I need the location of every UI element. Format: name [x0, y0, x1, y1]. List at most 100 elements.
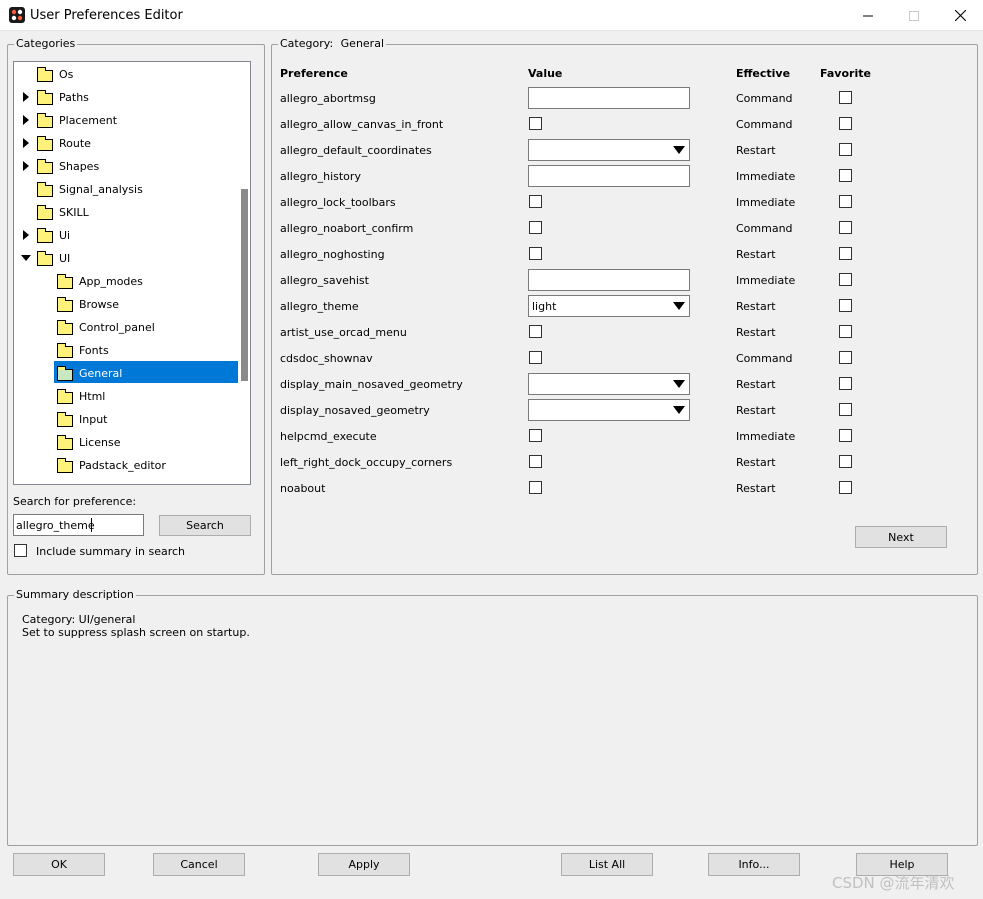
- collapsed-arrow-icon[interactable]: [23, 138, 29, 148]
- pref-name-helpcmd-execute: helpcmd_execute: [280, 430, 377, 443]
- tree-item-label: SKILL: [59, 206, 89, 219]
- collapsed-arrow-icon[interactable]: [23, 92, 29, 102]
- search-input[interactable]: allegro_theme: [13, 514, 144, 536]
- pref-name-display-nosaved-geometry: display_nosaved_geometry: [280, 404, 430, 417]
- dropdown-arrow-icon[interactable]: [673, 406, 685, 414]
- pref-value-checkbox-helpcmd-execute[interactable]: [529, 429, 542, 442]
- pref-value-checkbox-allegro-noghosting[interactable]: [529, 247, 542, 260]
- include-summary-checkbox[interactable]: [14, 544, 27, 557]
- folder-icon: [37, 228, 53, 243]
- tree-item-ui[interactable]: Ui: [14, 224, 238, 246]
- text-caret: [91, 518, 92, 532]
- pref-favorite-checkbox-allegro-default-coordinates[interactable]: [839, 143, 852, 156]
- window-title: User Preferences Editor: [30, 8, 183, 23]
- pref-favorite-checkbox-allegro-allow-canvas-in-front[interactable]: [839, 117, 852, 130]
- search-button[interactable]: Search: [159, 515, 251, 536]
- column-header-favorite: Favorite: [820, 67, 871, 80]
- pref-favorite-checkbox-allegro-history[interactable]: [839, 169, 852, 182]
- tree-item-label: Html: [79, 390, 106, 403]
- maximize-icon: [909, 10, 919, 21]
- tree-item-os[interactable]: Os: [14, 63, 238, 85]
- apply-button[interactable]: Apply: [318, 853, 410, 876]
- tree-item-label: Route: [59, 137, 91, 150]
- category-tree[interactable]: Os Paths Placement Route Shapes Signal_analys…: [13, 61, 251, 485]
- pref-favorite-checkbox-allegro-lock-toolbars[interactable]: [839, 195, 852, 208]
- category-legend: Category: General: [278, 37, 387, 50]
- pref-value-dropdown-display-nosaved-geometry[interactable]: [528, 399, 690, 421]
- pref-favorite-checkbox-left-right-dock-occupy-corners[interactable]: [839, 455, 852, 468]
- pref-name-allegro-allow-canvas-in-front: allegro_allow_canvas_in_front: [280, 118, 444, 131]
- pref-favorite-checkbox-allegro-noabort-confirm[interactable]: [839, 221, 852, 234]
- tree-item-placement[interactable]: Placement: [14, 109, 238, 131]
- pref-value-checkbox-allegro-allow-canvas-in-front[interactable]: [529, 117, 542, 130]
- pref-value-input-allegro-history[interactable]: [528, 165, 690, 187]
- pref-favorite-checkbox-artist-use-orcad-menu[interactable]: [839, 325, 852, 338]
- folder-icon: [37, 90, 53, 105]
- tree-item-label: Paths: [59, 91, 89, 104]
- pref-value-dropdown-display-main-nosaved-geometry[interactable]: [528, 373, 690, 395]
- pref-favorite-checkbox-allegro-theme[interactable]: [839, 299, 852, 312]
- tree-scrollbar-thumb[interactable]: [241, 189, 248, 381]
- pref-value-checkbox-left-right-dock-occupy-corners[interactable]: [529, 455, 542, 468]
- tree-item-label: Browse: [79, 298, 120, 311]
- dropdown-selected-value: light: [532, 300, 557, 313]
- tree-item-signal_analysis[interactable]: Signal_analysis: [14, 178, 238, 200]
- folder-icon: [37, 67, 53, 82]
- pref-value-checkbox-allegro-lock-toolbars[interactable]: [529, 195, 542, 208]
- pref-favorite-checkbox-allegro-noghosting[interactable]: [839, 247, 852, 260]
- cancel-button[interactable]: Cancel: [153, 853, 245, 876]
- maximize-button[interactable]: [891, 0, 937, 31]
- tree-item-paths[interactable]: Paths: [14, 86, 238, 108]
- column-header-preference: Preference: [280, 67, 348, 80]
- tree-item-license[interactable]: License: [14, 431, 238, 453]
- pref-value-checkbox-artist-use-orcad-menu[interactable]: [529, 325, 542, 338]
- tree-item-label: Input: [79, 413, 108, 426]
- pref-favorite-checkbox-allegro-abortmsg[interactable]: [839, 91, 852, 104]
- expanded-arrow-icon[interactable]: [21, 255, 31, 261]
- dropdown-arrow-icon[interactable]: [673, 302, 685, 310]
- tree-item-shapes[interactable]: Shapes: [14, 155, 238, 177]
- include-summary-label: Include summary in search: [36, 545, 186, 558]
- pref-name-artist-use-orcad-menu: artist_use_orcad_menu: [280, 326, 407, 339]
- pref-value-checkbox-noabout[interactable]: [529, 481, 542, 494]
- next-button[interactable]: Next: [855, 526, 947, 548]
- pref-value-input-allegro-abortmsg[interactable]: [528, 87, 690, 109]
- pref-favorite-checkbox-display-main-nosaved-geometry[interactable]: [839, 377, 852, 390]
- tree-item-padstack_editor[interactable]: Padstack_editor: [14, 454, 238, 476]
- folder-icon: [37, 136, 53, 151]
- tree-item-app_modes[interactable]: App_modes: [14, 270, 238, 292]
- tree-item-skill[interactable]: SKILL: [14, 201, 238, 223]
- dropdown-arrow-icon[interactable]: [673, 146, 685, 154]
- folder-icon: [37, 182, 53, 197]
- tree-item-general[interactable]: General: [14, 362, 238, 384]
- tree-item-browse[interactable]: Browse: [14, 293, 238, 315]
- collapsed-arrow-icon[interactable]: [23, 115, 29, 125]
- tree-item-html[interactable]: Html: [14, 385, 238, 407]
- pref-value-dropdown-allegro-default-coordinates[interactable]: [528, 139, 690, 161]
- list-all-button[interactable]: List All: [561, 853, 653, 876]
- tree-item-fonts[interactable]: Fonts: [14, 339, 238, 361]
- pref-favorite-checkbox-display-nosaved-geometry[interactable]: [839, 403, 852, 416]
- column-header-value: Value: [528, 67, 563, 80]
- pref-value-checkbox-allegro-noabort-confirm[interactable]: [529, 221, 542, 234]
- collapsed-arrow-icon[interactable]: [23, 230, 29, 240]
- collapsed-arrow-icon[interactable]: [23, 161, 29, 171]
- info-button[interactable]: Info...: [708, 853, 800, 876]
- pref-value-input-allegro-savehist[interactable]: [528, 269, 690, 291]
- pref-favorite-checkbox-allegro-savehist[interactable]: [839, 273, 852, 286]
- pref-favorite-checkbox-noabout[interactable]: [839, 481, 852, 494]
- pref-effective-allegro-theme: Restart: [736, 300, 776, 313]
- dropdown-arrow-icon[interactable]: [673, 380, 685, 388]
- tree-item-route[interactable]: Route: [14, 132, 238, 154]
- close-button[interactable]: [937, 0, 983, 31]
- tree-item-ui[interactable]: UI: [14, 247, 238, 269]
- tree-item-control_panel[interactable]: Control_panel: [14, 316, 238, 338]
- ok-button[interactable]: OK: [13, 853, 105, 876]
- pref-value-dropdown-allegro-theme[interactable]: light: [528, 295, 690, 317]
- pref-favorite-checkbox-cdsdoc-shownav[interactable]: [839, 351, 852, 364]
- minimize-button[interactable]: [845, 0, 891, 31]
- tree-item-input[interactable]: Input: [14, 408, 238, 430]
- pref-value-checkbox-cdsdoc-shownav[interactable]: [529, 351, 542, 364]
- pref-favorite-checkbox-helpcmd-execute[interactable]: [839, 429, 852, 442]
- folder-icon: [57, 297, 73, 312]
